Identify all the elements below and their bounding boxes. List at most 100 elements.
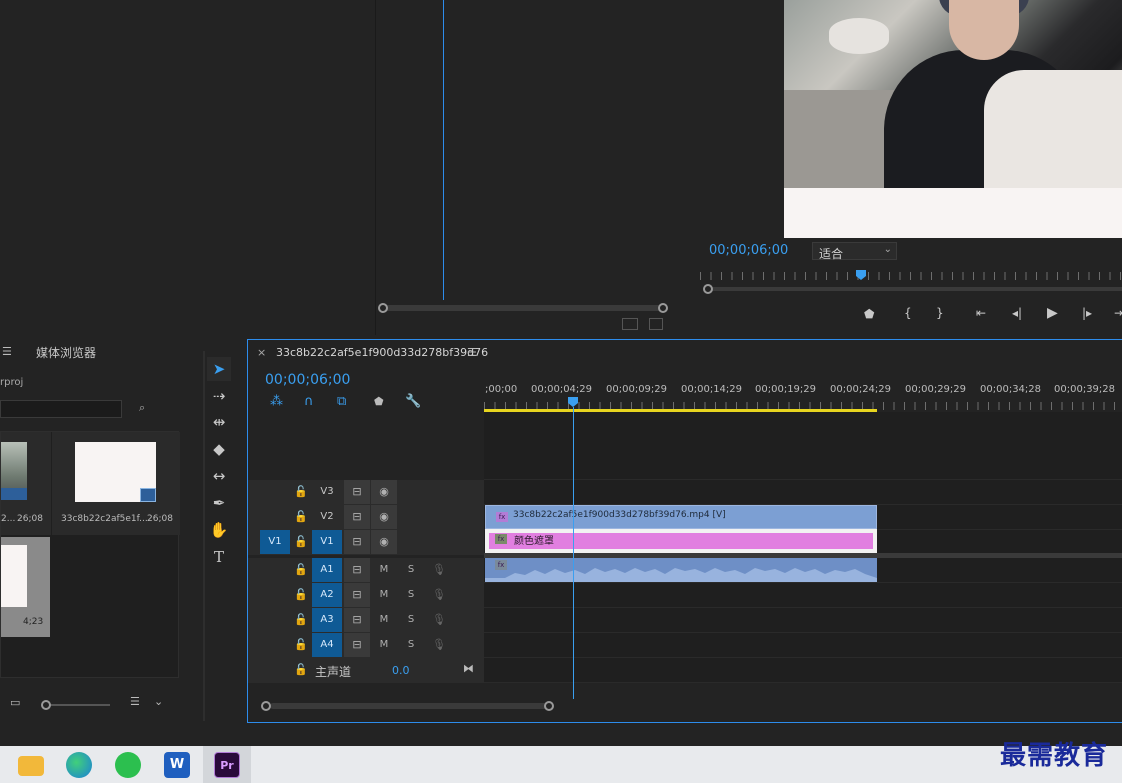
zoom-slider-handle[interactable] [41, 700, 51, 710]
mark-in-icon[interactable]: { [904, 306, 912, 320]
program-zoom-handle[interactable] [703, 284, 713, 294]
audio-clip[interactable]: fx [485, 558, 877, 582]
toggle-sync-icon[interactable]: ⊟ [344, 583, 370, 607]
timeline-scrollbar[interactable] [270, 703, 550, 709]
lock-icon[interactable]: 🔓 [294, 608, 308, 632]
sort-icon[interactable]: ☰ [130, 695, 140, 708]
track-a2-lane[interactable] [484, 583, 1122, 608]
track-a1-target[interactable]: A1 [312, 558, 342, 582]
tab-media-browser[interactable]: 媒体浏览器 [36, 344, 96, 361]
selection-tool-icon[interactable]: ➤ [207, 357, 231, 381]
track-a4-target[interactable]: A4 [312, 633, 342, 657]
timeline-playhead-line[interactable] [573, 407, 574, 699]
zoom-slider[interactable] [44, 704, 110, 706]
track-a3-lane[interactable] [484, 608, 1122, 633]
track-a2-target[interactable]: A2 [312, 583, 342, 607]
timeline-timecode[interactable]: 00;00;06;00 [265, 372, 350, 388]
word-icon[interactable]: W [164, 752, 190, 778]
video-clip[interactable]: fx 33c8b22c2af5e1f900d33d278bf39d76.mp4 … [485, 505, 877, 529]
panel-menu-icon[interactable]: ☰ [467, 346, 477, 359]
chevron-down-icon[interactable]: ⌄ [154, 695, 163, 708]
type-tool-icon[interactable]: T [207, 545, 231, 569]
lock-icon[interactable]: 🔓 [294, 530, 308, 554]
linked-selection-icon[interactable]: ⧉ [337, 394, 346, 409]
snap-icon[interactable]: ∩ [304, 394, 314, 409]
lock-icon[interactable]: 🔓 [294, 558, 308, 582]
microphone-icon[interactable]: 🎙 [432, 583, 446, 607]
list-item[interactable]: 33c8b22c2af5e1f... 26;08 [52, 432, 180, 535]
go-to-out-icon[interactable]: ⇥ [1114, 306, 1122, 320]
premiere-icon[interactable]: Pr [214, 752, 240, 778]
go-to-end-icon[interactable]: ⧓ [463, 662, 474, 675]
edge-icon[interactable] [66, 752, 92, 778]
mute-button[interactable]: M [376, 583, 392, 607]
eye-icon[interactable]: ◉ [371, 505, 397, 529]
lock-icon[interactable]: 🔓 [294, 583, 308, 607]
toggle-sync-icon[interactable]: ⊟ [344, 505, 370, 529]
lock-icon[interactable]: 🔓 [294, 658, 308, 682]
new-bin-icon[interactable]: ⌕ [139, 401, 145, 415]
solo-button[interactable]: S [404, 633, 418, 657]
nest-icon[interactable]: ⁂ [270, 394, 283, 409]
list-item[interactable]: 4;23 [1, 537, 50, 637]
razor-tool-icon[interactable]: ◆ [207, 437, 231, 461]
ripple-edit-tool-icon[interactable]: ⇹ [207, 410, 231, 434]
add-marker-icon[interactable]: ⬟ [864, 307, 874, 321]
program-timecode[interactable]: 00;00;06;00 [709, 243, 788, 258]
toggle-sync-icon[interactable]: ⊟ [344, 558, 370, 582]
audio-icon[interactable] [622, 318, 638, 330]
program-ruler[interactable] [700, 272, 1122, 280]
mute-button[interactable]: M [376, 558, 392, 582]
panel-menu-icon[interactable]: ☰ [2, 345, 12, 358]
track-a4-lane[interactable] [484, 633, 1122, 658]
track-select-tool-icon[interactable]: ⇢ [207, 384, 231, 408]
timeline-scroll-start[interactable] [261, 701, 271, 711]
master-track-lane[interactable] [484, 658, 1122, 683]
solo-button[interactable]: S [404, 558, 418, 582]
time-ruler[interactable]: ;00;00 00;00;04;29 00;00;09;29 00;00;14;… [484, 378, 1122, 412]
color-matte-clip[interactable]: fx 颜色遮罩 [485, 529, 877, 553]
mute-button[interactable]: M [376, 633, 392, 657]
add-marker-icon[interactable]: ⬟ [374, 395, 384, 408]
hand-tool-icon[interactable]: ✋ [207, 518, 231, 542]
step-forward-icon[interactable]: |▸ [1082, 306, 1092, 320]
toggle-sync-icon[interactable]: ⊟ [344, 608, 370, 632]
file-explorer-icon[interactable] [18, 756, 44, 776]
microphone-icon[interactable]: 🎙 [432, 558, 446, 582]
close-tab-icon[interactable]: × [257, 346, 266, 359]
mark-out-icon[interactable]: } [936, 306, 944, 320]
effect-scrollbar[interactable] [382, 305, 664, 311]
slip-tool-icon[interactable]: ↔ [207, 464, 231, 488]
timeline-scroll-end[interactable] [544, 701, 554, 711]
lock-icon[interactable]: 🔓 [294, 633, 308, 657]
track-v3-target[interactable]: V3 [314, 480, 340, 504]
scroll-end-handle[interactable] [658, 303, 668, 313]
search-input[interactable] [0, 400, 122, 418]
eye-icon[interactable]: ◉ [371, 480, 397, 504]
scroll-start-handle[interactable] [378, 303, 388, 313]
track-v2-target[interactable]: V2 [314, 505, 340, 529]
wrench-icon[interactable]: 🔧 [405, 394, 421, 409]
play-icon[interactable]: ▶ [1047, 305, 1058, 321]
fit-dropdown[interactable]: 适合 ⌄ [812, 242, 897, 261]
go-to-in-icon[interactable]: ⇤ [976, 306, 986, 320]
solo-button[interactable]: S [404, 583, 418, 607]
program-zoom-bar[interactable] [706, 287, 1122, 291]
lock-icon[interactable]: 🔓 [294, 480, 308, 504]
lock-icon[interactable]: 🔓 [294, 505, 308, 529]
wechat-icon[interactable] [115, 752, 141, 778]
toggle-sync-icon[interactable]: ⊟ [344, 530, 370, 554]
toggle-sync-icon[interactable]: ⊟ [344, 633, 370, 657]
track-v3-lane[interactable] [484, 480, 1122, 505]
eye-icon[interactable]: ◉ [371, 530, 397, 554]
sequence-tab[interactable]: 33c8b22c2af5e1f900d33d278bf39d76 [276, 346, 488, 359]
microphone-icon[interactable]: 🎙 [432, 633, 446, 657]
microphone-icon[interactable]: 🎙 [432, 608, 446, 632]
pen-tool-icon[interactable]: ✒ [207, 491, 231, 515]
master-volume-value[interactable]: 0.0 [392, 664, 410, 677]
step-back-icon[interactable]: ◂| [1012, 306, 1022, 320]
mute-button[interactable]: M [376, 608, 392, 632]
source-patch-v1[interactable]: V1 [260, 530, 290, 554]
export-icon[interactable] [649, 318, 663, 330]
solo-button[interactable]: S [404, 608, 418, 632]
